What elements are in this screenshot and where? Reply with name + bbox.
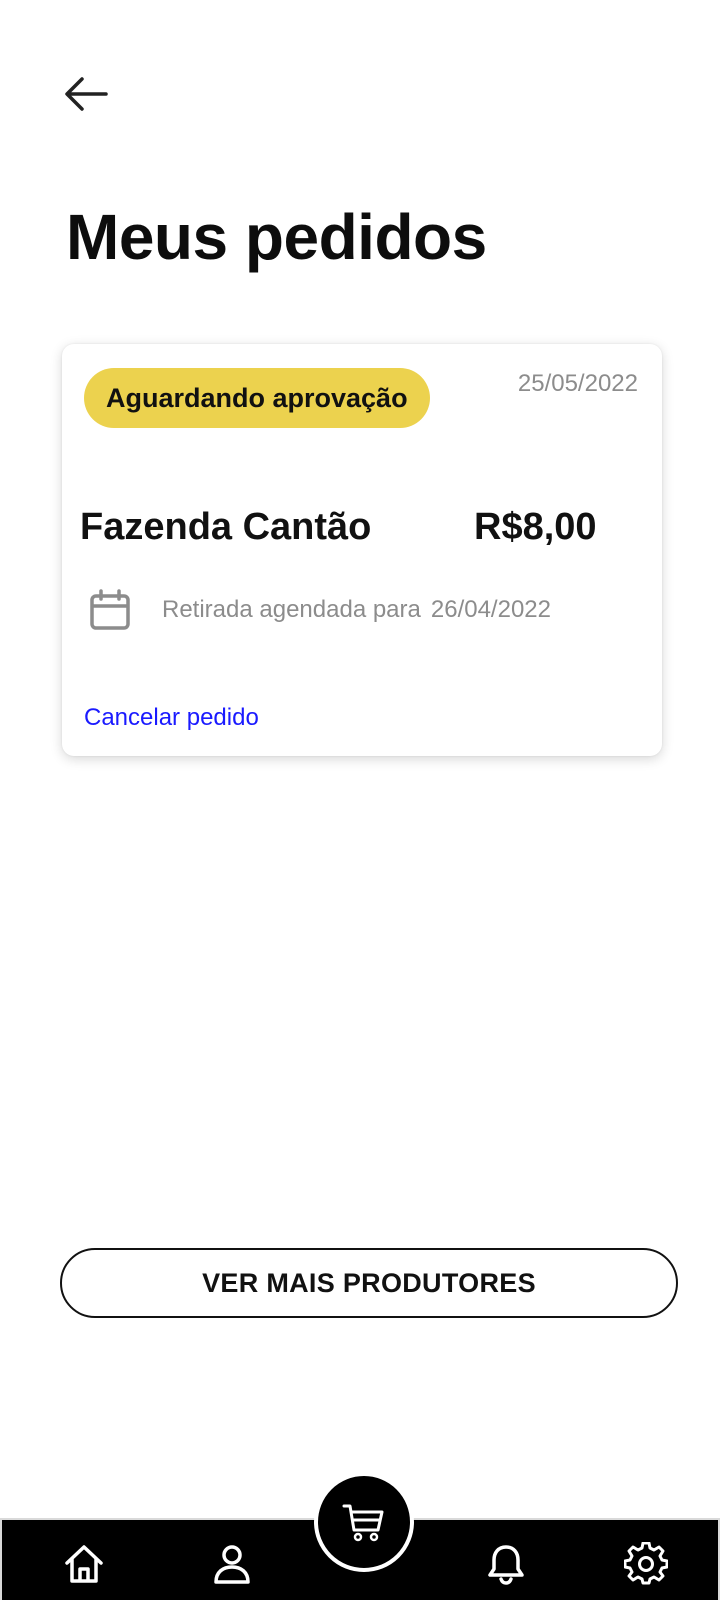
producer-name: Fazenda Cantão (80, 506, 372, 548)
cart-icon (342, 1504, 384, 1542)
more-producers-button[interactable]: VER MAIS PRODUTORES (60, 1248, 678, 1318)
calendar-icon (90, 589, 130, 630)
nav-home[interactable] (60, 1540, 108, 1588)
user-icon (214, 1545, 250, 1584)
nav-settings[interactable] (622, 1540, 670, 1588)
home-icon (65, 1545, 103, 1583)
nav-notifications[interactable] (482, 1540, 530, 1588)
pickup-info: Retirada agendada para 26/04/2022 (162, 596, 551, 624)
cancel-order-link[interactable]: Cancelar pedido (84, 704, 259, 732)
nav-profile[interactable] (208, 1540, 256, 1588)
bell-icon (488, 1545, 524, 1585)
cart-button[interactable] (314, 1472, 414, 1572)
order-date: 25/05/2022 (517, 370, 638, 397)
order-card: Aguardando aprovação 25/05/2022 Fazenda … (62, 344, 662, 756)
order-price: R$8,00 (474, 506, 597, 548)
gear-icon (624, 1542, 668, 1585)
back-button[interactable] (56, 68, 116, 120)
pickup-date: 26/04/2022 (430, 596, 551, 623)
status-badge: Aguardando aprovação (84, 368, 430, 428)
arrow-left-icon (65, 77, 108, 111)
pickup-label: Retirada agendada para (162, 596, 421, 623)
page-title: Meus pedidos (66, 201, 487, 273)
